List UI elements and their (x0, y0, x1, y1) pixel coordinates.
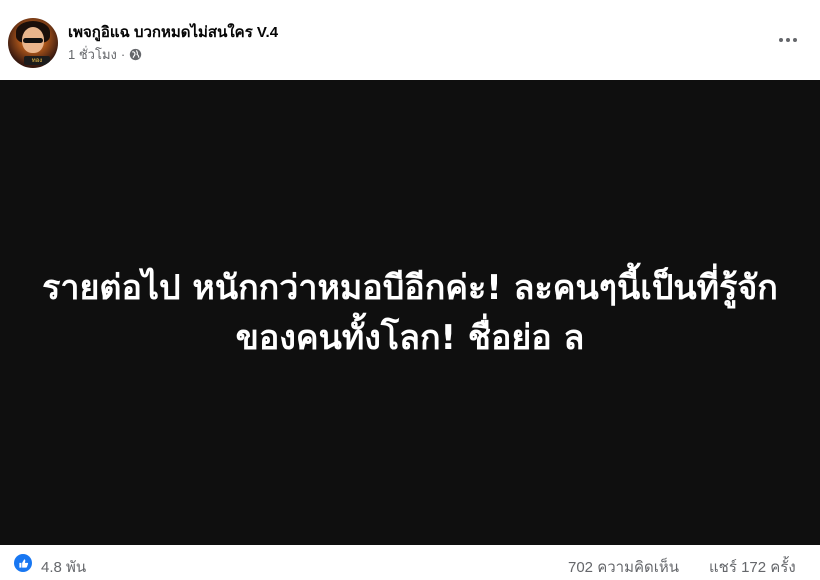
post-header: ทอง เพจกูอิแฉ บวกหมดไม่สนใคร V.4 1 ชั่วโ… (0, 0, 820, 80)
more-dot (786, 38, 790, 42)
media-text: รายต่อไป หนักกว่าหมอบีอีกค่ะ! ละคนๆนี้เป… (42, 267, 778, 358)
comments-count[interactable]: 702 ความคิดเห็น (568, 555, 679, 579)
post-timestamp[interactable]: 1 ชั่วโมง (68, 44, 117, 65)
avatar-badge: ทอง (24, 56, 50, 65)
page-avatar[interactable]: ทอง (8, 18, 58, 68)
post-meta: 1 ชั่วโมง · (68, 44, 142, 65)
avatar-glasses (23, 38, 43, 43)
facebook-post: ทอง เพจกูอิแฉ บวกหมดไม่สนใคร V.4 1 ชั่วโ… (0, 0, 820, 580)
more-options-button[interactable] (774, 26, 802, 54)
more-dot (793, 38, 797, 42)
post-footer: 4.8 พัน 702 ความคิดเห็น แชร์ 172 ครั้ง (0, 545, 820, 580)
meta-separator: · (120, 47, 126, 62)
like-icon[interactable] (14, 554, 32, 572)
page-name-link[interactable]: เพจกูอิแฉ บวกหมดไม่สนใคร V.4 (68, 20, 278, 44)
shares-count[interactable]: แชร์ 172 ครั้ง (709, 555, 796, 579)
reaction-count[interactable]: 4.8 พัน (41, 555, 86, 579)
more-dot (779, 38, 783, 42)
globe-icon[interactable] (129, 48, 142, 61)
post-media[interactable]: รายต่อไป หนักกว่าหมอบีอีกค่ะ! ละคนๆนี้เป… (0, 80, 820, 545)
